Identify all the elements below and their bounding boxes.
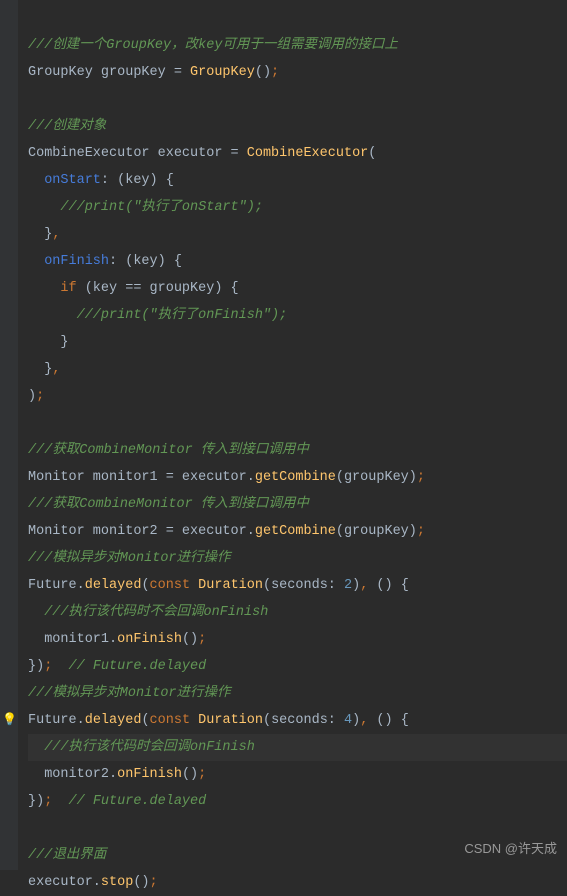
intention-bulb-icon[interactable]: 💡 — [2, 707, 17, 734]
code-editor[interactable]: ///创建一个GroupKey，改key可用于一组需要调用的接口上 GroupK… — [18, 0, 567, 896]
code-line: ///模拟异步对Monitor进行操作 — [28, 551, 231, 566]
code-line: ///执行该代码时不会回调onFinish — [28, 605, 268, 620]
code-line — [28, 92, 36, 107]
code-line: }, — [28, 227, 60, 242]
code-line: }, — [28, 362, 60, 377]
code-line: onStart: (key) { — [28, 173, 174, 188]
code-line: ///创建对象 — [28, 119, 106, 134]
code-line: ///获取CombineMonitor 传入到接口调用中 — [28, 443, 309, 458]
code-line-highlighted: ///执行该代码时会回调onFinish — [28, 734, 567, 761]
code-line: Future.delayed(const Duration(seconds: 2… — [28, 578, 409, 593]
code-line: onFinish: (key) { — [28, 254, 182, 269]
watermark-text: CSDN @许天成 — [464, 835, 557, 862]
code-line: monitor1.onFinish(); — [28, 632, 206, 647]
code-line: }); // Future.delayed — [28, 794, 206, 809]
code-line — [28, 416, 36, 431]
code-line: ///获取CombineMonitor 传入到接口调用中 — [28, 497, 309, 512]
code-line: ///模拟异步对Monitor进行操作 — [28, 686, 231, 701]
code-line: executor.stop(); — [28, 875, 158, 890]
code-line — [28, 821, 36, 836]
code-line: } — [28, 335, 69, 350]
code-line: ///创建一个GroupKey，改key可用于一组需要调用的接口上 — [28, 38, 398, 53]
code-line: monitor2.onFinish(); — [28, 767, 206, 782]
code-line: }); // Future.delayed — [28, 659, 206, 674]
code-line: ///print("执行了onStart"); — [28, 200, 263, 215]
code-line: ///print("执行了onFinish"); — [28, 308, 287, 323]
editor-gutter — [0, 0, 18, 870]
code-line: Monitor monitor1 = executor.getCombine(g… — [28, 470, 425, 485]
code-line: ///退出界面 — [28, 848, 106, 863]
code-line: Future.delayed(const Duration(seconds: 4… — [28, 713, 409, 728]
code-line: CombineExecutor executor = CombineExecut… — [28, 146, 376, 161]
code-line: Monitor monitor2 = executor.getCombine(g… — [28, 524, 425, 539]
code-line: ); — [28, 389, 44, 404]
code-line: GroupKey groupKey = GroupKey(); — [28, 65, 279, 80]
code-line: if (key == groupKey) { — [28, 281, 239, 296]
